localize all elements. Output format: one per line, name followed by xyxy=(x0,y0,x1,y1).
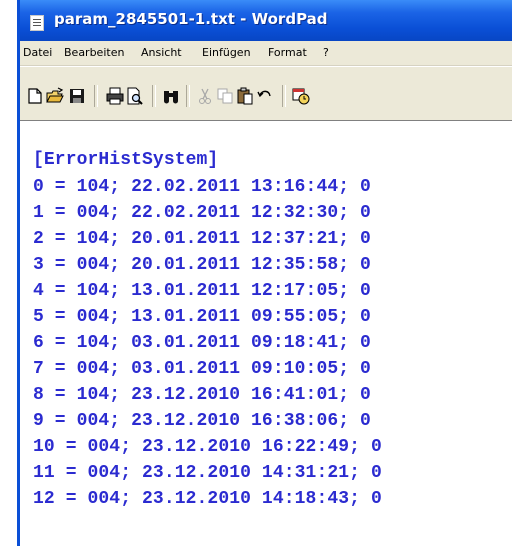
menu-bearbeiten[interactable]: Bearbeiten xyxy=(64,46,124,59)
text-line: 4 = 104; 13.01.2011 12:17:05; 0 xyxy=(33,281,371,301)
desktop-background xyxy=(0,0,17,546)
text-line: 5 = 004; 13.01.2011 09:55:05; 0 xyxy=(33,307,371,327)
menu-datei[interactable]: Datei xyxy=(23,46,52,59)
text-line: 3 = 004; 20.01.2011 12:35:58; 0 xyxy=(33,255,371,275)
copy-icon[interactable] xyxy=(216,87,234,105)
cut-scissors-icon[interactable] xyxy=(196,87,214,105)
text-line: 1 = 004; 22.02.2011 12:32:30; 0 xyxy=(33,203,371,223)
save-disk-icon[interactable] xyxy=(68,87,86,105)
menu-einfuegen[interactable]: Einfügen xyxy=(202,46,251,59)
document-area[interactable]: [ErrorHistSystem] 0 = 104; 22.02.2011 13… xyxy=(20,120,512,546)
window-title: param_2845501-1.txt - WordPad xyxy=(54,10,328,28)
undo-icon[interactable] xyxy=(256,87,274,105)
text-line: 11 = 004; 23.12.2010 14:31:21; 0 xyxy=(33,463,382,483)
text-line: 12 = 004; 23.12.2010 14:18:43; 0 xyxy=(33,489,382,509)
insert-date-time-icon[interactable] xyxy=(292,87,310,105)
wordpad-window: param_2845501-1.txt - WordPad Datei Bear… xyxy=(0,0,512,546)
text-line: 7 = 004; 03.01.2011 09:10:05; 0 xyxy=(33,359,371,379)
menu-help[interactable]: ? xyxy=(323,46,329,59)
menu-format[interactable]: Format xyxy=(268,46,307,59)
text-line: [ErrorHistSystem] xyxy=(33,150,219,170)
menu-bar: Datei Bearbeiten Ansicht Einfügen Format… xyxy=(20,41,512,66)
toolbar-separator xyxy=(152,85,156,107)
toolbar xyxy=(20,66,512,121)
menu-ansicht[interactable]: Ansicht xyxy=(141,46,182,59)
open-folder-icon[interactable] xyxy=(46,87,64,105)
text-line: 9 = 004; 23.12.2010 16:38:06; 0 xyxy=(33,411,371,431)
toolbar-separator xyxy=(186,85,190,107)
text-line: 8 = 104; 23.12.2010 16:41:01; 0 xyxy=(33,385,371,405)
wordpad-app-icon[interactable] xyxy=(30,15,44,31)
text-line: 2 = 104; 20.01.2011 12:37:21; 0 xyxy=(33,229,371,249)
toolbar-separator xyxy=(282,85,286,107)
text-line: 10 = 004; 23.12.2010 16:22:49; 0 xyxy=(33,437,382,457)
find-binoculars-icon[interactable] xyxy=(162,87,180,105)
print-icon[interactable] xyxy=(106,87,124,105)
text-line: 0 = 104; 22.02.2011 13:16:44; 0 xyxy=(33,177,371,197)
toolbar-separator xyxy=(94,85,98,107)
paste-icon[interactable] xyxy=(236,87,254,105)
text-line: 6 = 104; 03.01.2011 09:18:41; 0 xyxy=(33,333,371,353)
new-document-icon[interactable] xyxy=(26,87,44,105)
title-bar[interactable]: param_2845501-1.txt - WordPad xyxy=(20,0,512,41)
print-preview-icon[interactable] xyxy=(126,87,144,105)
